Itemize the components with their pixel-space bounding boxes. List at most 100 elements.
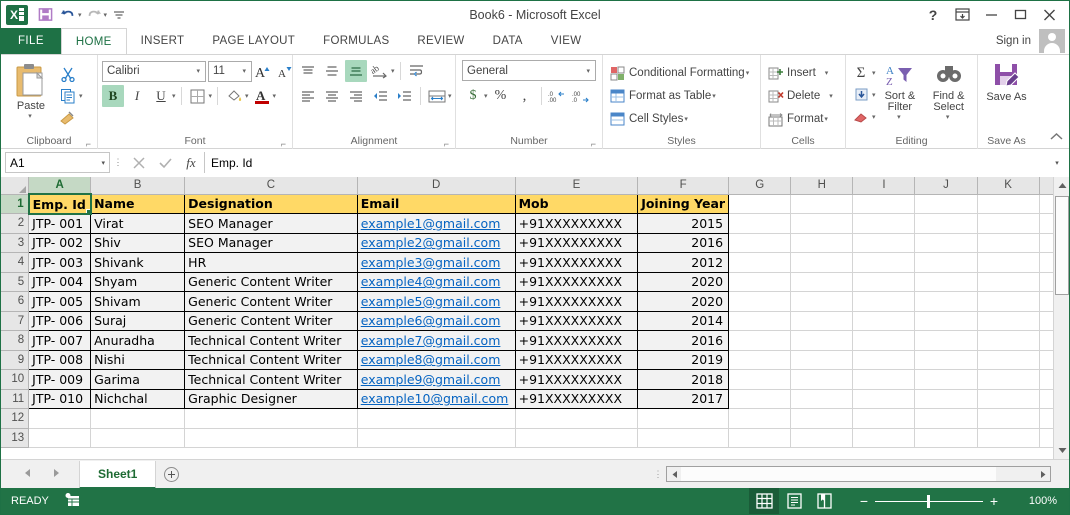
- cell-G4[interactable]: [728, 252, 792, 273]
- customize-quick-access-toolbar-icon[interactable]: [108, 4, 130, 26]
- enter-checkmark-icon[interactable]: [152, 152, 178, 173]
- save-as-button[interactable]: Save As: [982, 61, 1031, 103]
- cell-G8[interactable]: [728, 330, 792, 351]
- font-size-combo[interactable]: 11 ▾: [208, 60, 252, 82]
- decrease-decimal-icon[interactable]: .00.0: [571, 85, 593, 107]
- cell-B5[interactable]: Shyam: [90, 272, 186, 292]
- cell-I4[interactable]: [852, 252, 916, 273]
- sign-in-area[interactable]: Sign in: [996, 28, 1069, 54]
- cell-F8[interactable]: 2016: [637, 330, 730, 351]
- find-and-select-button[interactable]: Find & Select ▾: [924, 62, 973, 121]
- cell-F12[interactable]: [637, 408, 730, 429]
- cell-I1[interactable]: [852, 194, 916, 214]
- cell-E10[interactable]: +91XXXXXXXXX: [515, 369, 639, 390]
- cell-A11[interactable]: JTP- 010: [28, 389, 92, 409]
- cell-F3[interactable]: 2016: [637, 233, 730, 253]
- cell-J5[interactable]: [914, 272, 978, 292]
- col-header-A[interactable]: A: [28, 177, 92, 195]
- vertical-scrollbar[interactable]: [1053, 177, 1069, 459]
- undo-dropdown-icon[interactable]: ▾: [78, 11, 82, 19]
- cell-I13[interactable]: [852, 428, 916, 448]
- copy-dropdown-icon[interactable]: ▾: [79, 92, 83, 100]
- cell-I8[interactable]: [852, 330, 916, 351]
- align-center-icon[interactable]: [321, 85, 343, 107]
- cell-E11[interactable]: +91XXXXXXXXX: [515, 389, 639, 409]
- cell-J11[interactable]: [914, 389, 978, 409]
- cell-B13[interactable]: [90, 428, 186, 448]
- cell-K11[interactable]: [977, 389, 1040, 409]
- minimize-icon[interactable]: [977, 3, 1005, 27]
- cell-J9[interactable]: [914, 350, 978, 370]
- cell-G2[interactable]: [728, 213, 792, 234]
- cell-C4[interactable]: HR: [184, 252, 358, 273]
- collapse-ribbon-icon[interactable]: [1050, 132, 1063, 144]
- conditional-formatting-button[interactable]: Conditional Formatting ▾: [607, 62, 752, 84]
- cell-K12[interactable]: [977, 408, 1040, 429]
- cell-E4[interactable]: +91XXXXXXXXX: [515, 252, 639, 273]
- cell-C1[interactable]: Designation: [184, 193, 358, 214]
- cell-J7[interactable]: [914, 311, 978, 331]
- scroll-down-icon[interactable]: [1054, 442, 1069, 459]
- cell-A8[interactable]: JTP- 007: [28, 330, 92, 351]
- cell-F9[interactable]: 2019: [637, 350, 730, 370]
- close-icon[interactable]: [1035, 3, 1063, 27]
- tab-page-layout[interactable]: PAGE LAYOUT: [198, 28, 309, 54]
- cell-A2[interactable]: JTP- 001: [28, 213, 92, 234]
- cell-H6[interactable]: [790, 291, 854, 312]
- row-header-7[interactable]: 7: [1, 311, 30, 331]
- cell-B8[interactable]: Anuradha: [90, 330, 186, 351]
- cell-C2[interactable]: SEO Manager: [184, 213, 358, 234]
- paste-dropdown-icon[interactable]: ▾: [28, 112, 32, 120]
- row-header-10[interactable]: 10: [1, 369, 30, 390]
- cell-E7[interactable]: +91XXXXXXXXX: [515, 311, 639, 331]
- cell-F4[interactable]: 2012: [637, 252, 730, 273]
- cell-D4[interactable]: example3@gmail.com: [357, 252, 516, 273]
- align-right-icon[interactable]: [345, 85, 367, 107]
- cell-D12[interactable]: [357, 408, 516, 429]
- cell-J10[interactable]: [914, 369, 978, 390]
- cell-H12[interactable]: [790, 408, 854, 429]
- align-left-icon[interactable]: [297, 85, 319, 107]
- cell-C3[interactable]: SEO Manager: [184, 233, 358, 253]
- cell-I5[interactable]: [852, 272, 916, 292]
- avatar[interactable]: [1039, 29, 1065, 53]
- comma-style-icon[interactable]: ,: [514, 85, 536, 107]
- cell-B7[interactable]: Suraj: [90, 311, 186, 331]
- scroll-up-icon[interactable]: [1054, 177, 1069, 194]
- cell-K7[interactable]: [977, 311, 1040, 331]
- row-header-9[interactable]: 9: [1, 350, 30, 370]
- cell-F11[interactable]: 2017: [637, 389, 730, 409]
- col-header-F[interactable]: F: [637, 177, 730, 195]
- font-name-combo[interactable]: Calibri ▾: [102, 60, 206, 82]
- tab-review[interactable]: REVIEW: [403, 28, 478, 54]
- cell-G7[interactable]: [728, 311, 792, 331]
- cell-K8[interactable]: [977, 330, 1040, 351]
- cell-J2[interactable]: [914, 213, 978, 234]
- cell-B12[interactable]: [90, 408, 186, 429]
- grow-font-icon[interactable]: A: [252, 60, 274, 82]
- cell-A12[interactable]: [28, 408, 92, 429]
- copy-icon[interactable]: [57, 85, 79, 107]
- cell-I12[interactable]: [852, 408, 916, 429]
- cell-C8[interactable]: Technical Content Writer: [184, 330, 358, 351]
- cell-A13[interactable]: [28, 428, 92, 448]
- zoom-in-button[interactable]: +: [983, 493, 1005, 509]
- cell-A10[interactable]: JTP- 009: [28, 369, 92, 390]
- cell-K6[interactable]: [977, 291, 1040, 312]
- normal-view-icon[interactable]: [749, 488, 779, 514]
- cell-E13[interactable]: [515, 428, 639, 448]
- cell-F13[interactable]: [637, 428, 730, 448]
- increase-decimal-icon[interactable]: .0.00: [547, 85, 569, 107]
- name-box-dropdown-icon[interactable]: ▾: [101, 159, 105, 167]
- cell-J13[interactable]: [914, 428, 978, 448]
- merge-and-center-icon[interactable]: [426, 85, 448, 107]
- cell-D11[interactable]: example10@gmail.com: [357, 389, 516, 409]
- cell-G1[interactable]: [728, 194, 792, 214]
- cell-H2[interactable]: [790, 213, 854, 234]
- cell-B3[interactable]: Shiv: [90, 233, 186, 253]
- sort-and-filter-button[interactable]: AZ Sort & Filter ▾: [876, 62, 925, 121]
- font-dialog-launcher[interactable]: ⌐: [281, 139, 286, 149]
- cell-H4[interactable]: [790, 252, 854, 273]
- cell-C9[interactable]: Technical Content Writer: [184, 350, 358, 370]
- cell-F5[interactable]: 2020: [637, 272, 730, 292]
